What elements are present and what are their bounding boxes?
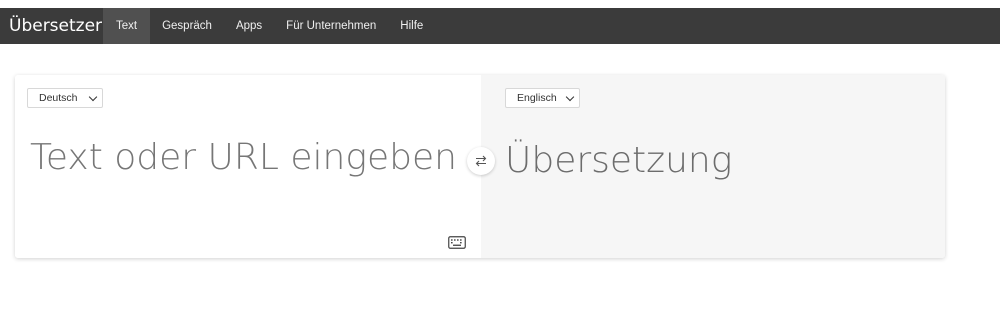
translator-card: Deutsch Text oder URL eingeben Englisch … [15,75,945,258]
chevron-down-icon [565,92,575,101]
nav-item-apps[interactable]: Apps [224,8,274,44]
nav-item-help[interactable]: Hilfe [388,8,435,44]
chevron-down-icon [88,92,98,101]
brand-logo-text[interactable]: Übersetzer [0,16,103,36]
source-language-select[interactable]: Deutsch [27,88,103,108]
keyboard-icon[interactable] [448,236,466,249]
target-pane: Englisch Übersetzung [481,75,945,258]
nav-item-text[interactable]: Text [103,8,151,44]
top-navbar: Übersetzer Text Gespräch Apps Für Untern… [0,8,1000,44]
target-language-label: Englisch [517,92,557,104]
translation-output: Übersetzung [505,140,733,181]
source-text-input[interactable]: Text oder URL eingeben [30,137,457,178]
target-language-select[interactable]: Englisch [505,88,580,108]
source-pane: Deutsch Text oder URL eingeben [15,75,481,258]
source-language-label: Deutsch [39,92,78,104]
nav-item-business[interactable]: Für Unternehmen [274,8,388,44]
swap-languages-button[interactable] [467,147,495,175]
top-strip [0,0,1000,8]
swap-arrows-icon [475,155,487,167]
nav-item-conversation[interactable]: Gespräch [150,8,224,44]
